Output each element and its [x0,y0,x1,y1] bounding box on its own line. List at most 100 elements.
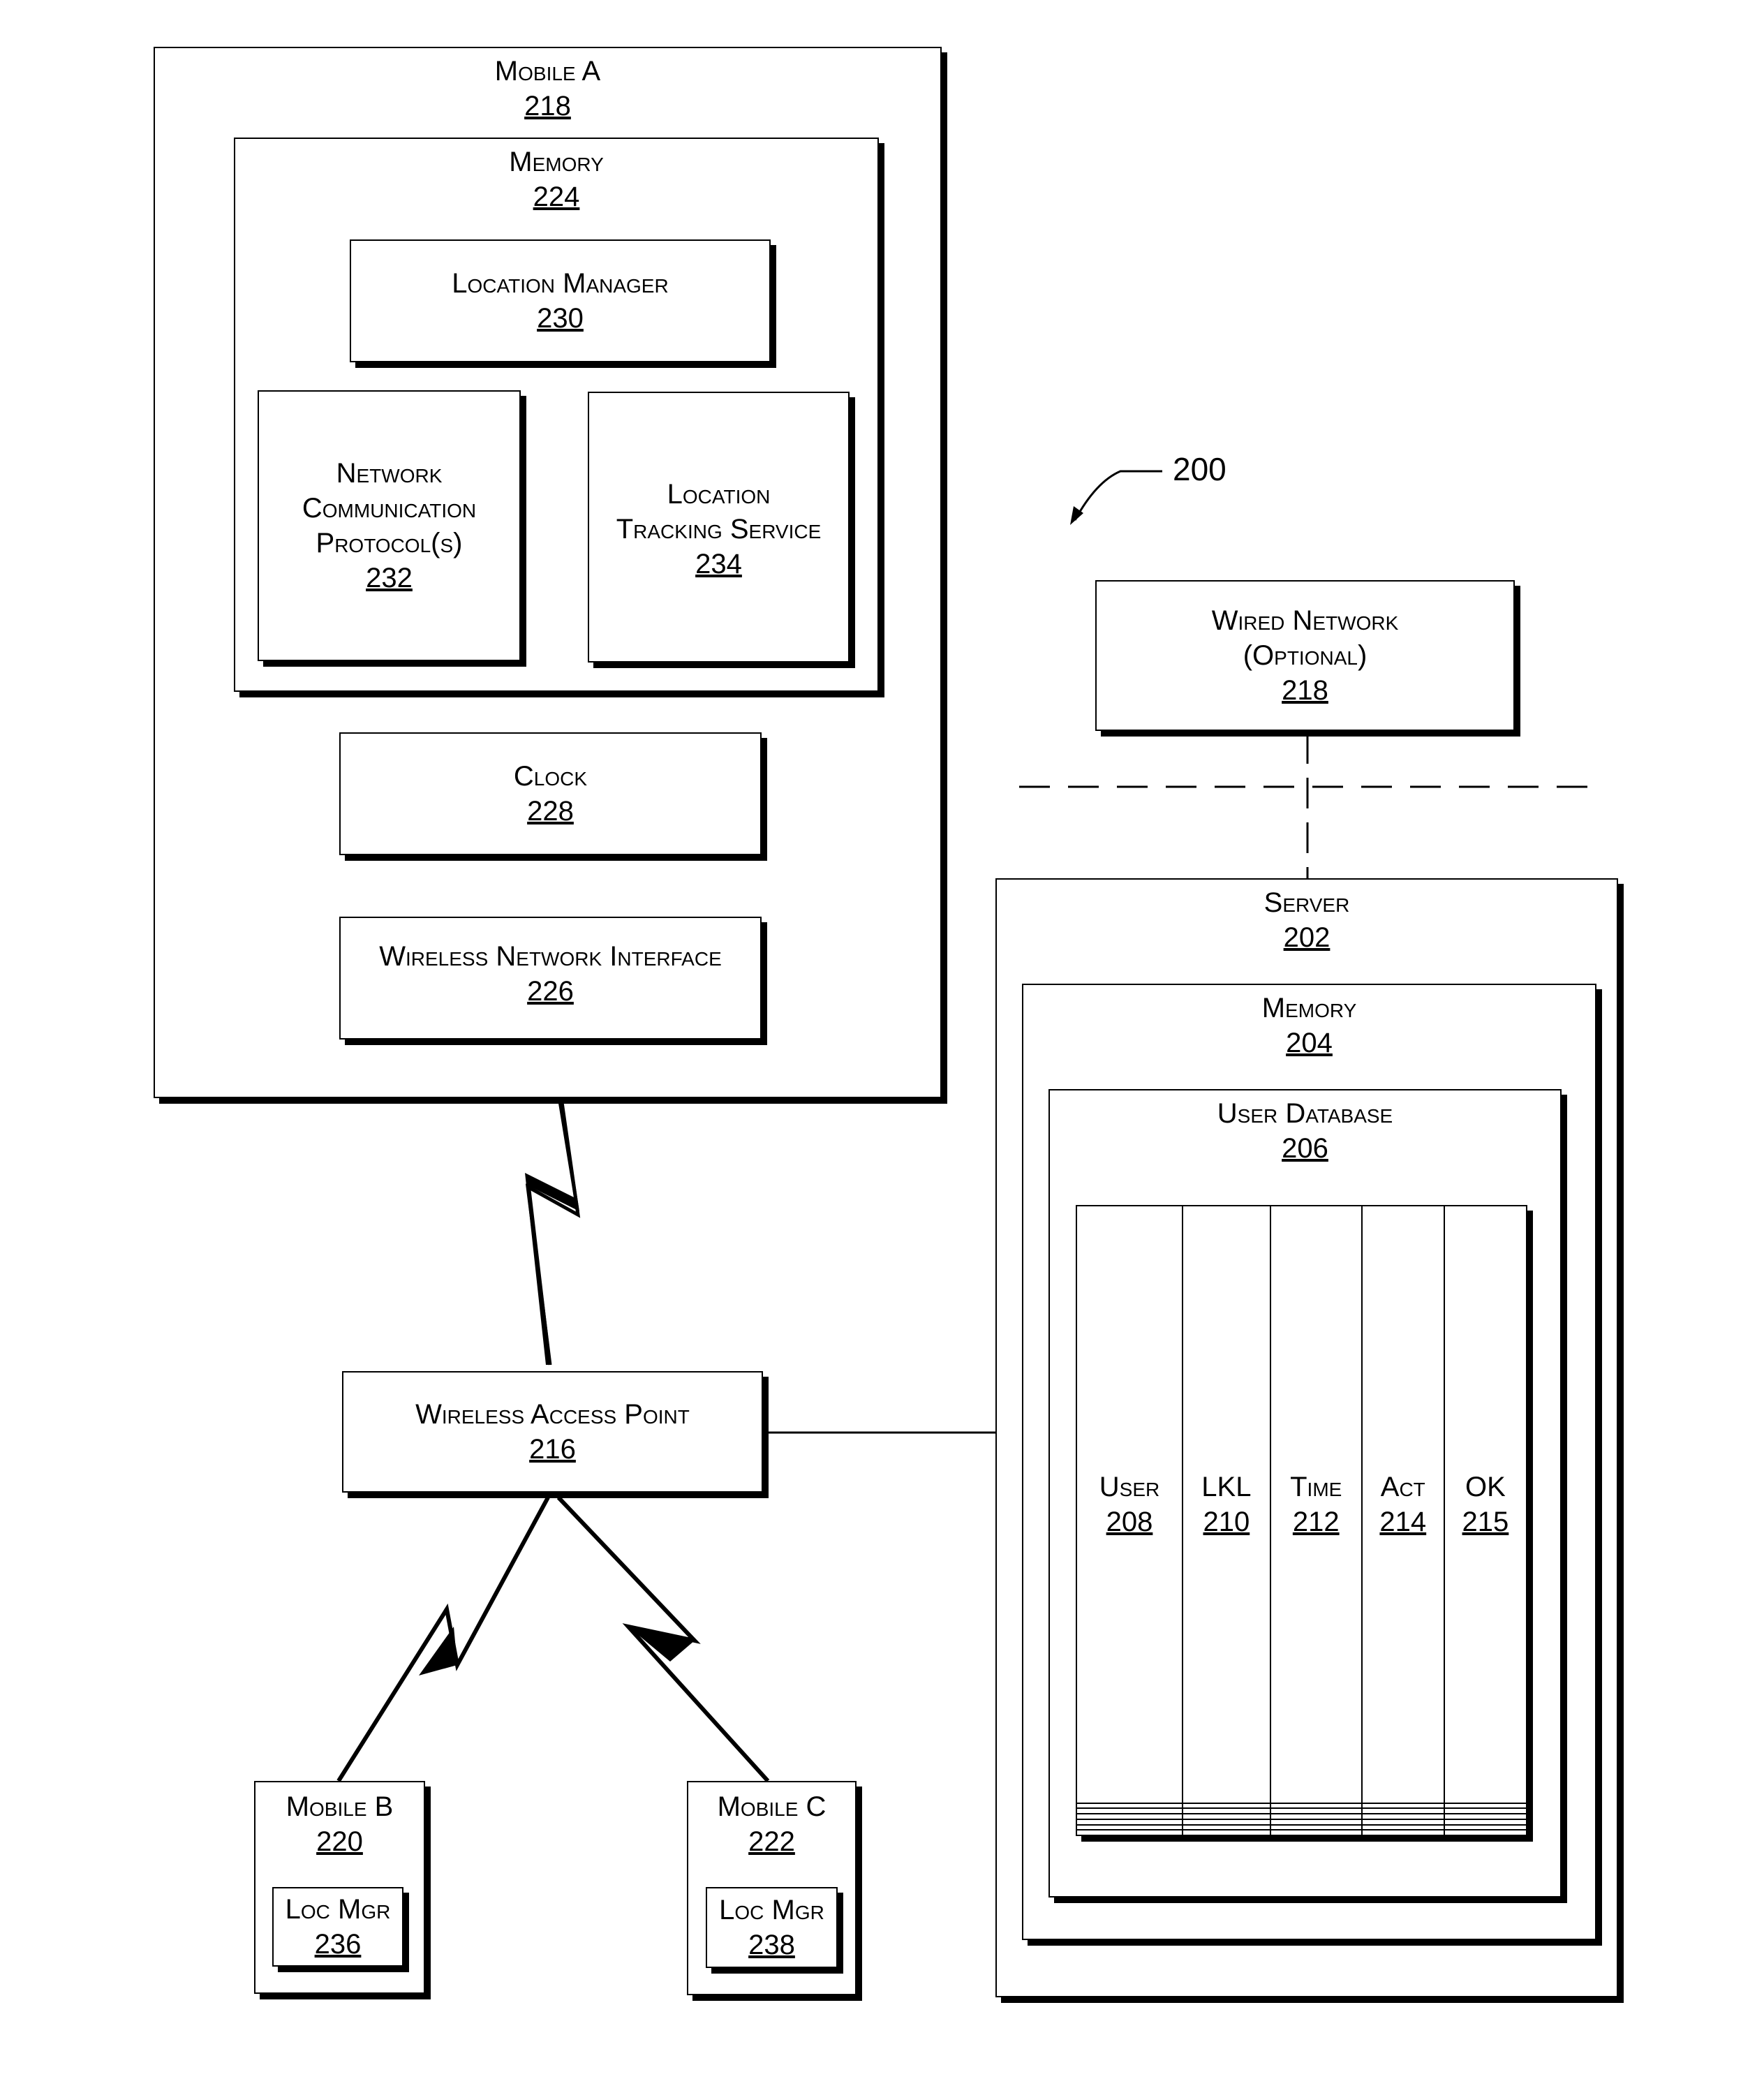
table-cell [1269,1829,1363,1836]
table-cell [1443,1807,1528,1815]
user-database-title: User Database [1217,1098,1393,1129]
table-row [1075,1818,1528,1826]
table-cell [1443,1802,1528,1810]
network-comm-line-3: Protocol(s) [316,528,463,559]
mobile-b-title: Mobile B [286,1791,394,1822]
mobile-b-loc-mgr-title: Loc Mgr [285,1894,391,1925]
table-row [1075,1802,1528,1810]
table-cell [1361,1802,1445,1810]
mobile-b-loc-mgr-box: Loc Mgr 236 [272,1887,403,1967]
table-cell [1443,1813,1528,1820]
column-label: LKL [1201,1471,1252,1502]
mobile-c-loc-mgr-box: Loc Mgr 238 [706,1887,838,1968]
wireless-interface-number: 226 [527,976,574,1007]
table-cell [1182,1818,1271,1826]
column-number: 214 [1379,1506,1427,1537]
mobile-a-title: Mobile A [494,56,601,87]
network-comm-line-1: Network [336,458,443,489]
table-cell [1075,1818,1184,1826]
column-label: OK [1465,1471,1506,1502]
table-cell [1269,1813,1363,1820]
column-number: 208 [1106,1506,1153,1537]
table-cell [1443,1818,1528,1826]
table-cell [1075,1829,1184,1836]
location-tracking-line-2: Tracking Service [616,514,822,545]
table-cell [1443,1824,1528,1831]
column-label: Act [1380,1471,1425,1502]
memory-server-number: 204 [1286,1028,1333,1058]
wired-network-line-2: (Optional) [1243,640,1368,671]
wired-network-number: 218 [1282,675,1328,706]
location-tracking-line-1: Location [667,479,771,510]
column-number: 212 [1292,1506,1340,1537]
table-row [1075,1807,1528,1815]
network-comm-line-2: Communication [302,493,477,524]
server-title: Server [1263,887,1350,918]
wireless-interface-title: Wireless Network Interface [379,941,722,972]
table-cell [1269,1824,1363,1831]
user-database-number: 206 [1282,1133,1328,1164]
column-header: OK 215 [1443,1205,1528,1804]
table-cell [1182,1802,1271,1810]
table-cell [1269,1818,1363,1826]
table-cell [1361,1824,1445,1831]
clock-title: Clock [513,761,588,792]
table-cell [1182,1824,1271,1831]
location-manager-box: Location Manager 230 [350,239,771,362]
column-label: User [1099,1471,1160,1502]
location-manager-title: Location Manager [452,268,669,299]
figure-reference: 200 [1173,451,1226,487]
access-point-title: Wireless Access Point [415,1399,690,1430]
mobile-c-title: Mobile C [717,1791,827,1822]
table-header-row: User 208 LKL 210 Time 212 Act 214 OK 215 [1075,1205,1528,1804]
column-header: Time 212 [1269,1205,1363,1804]
clock-box: Clock 228 [339,732,762,855]
column-number: 210 [1203,1506,1250,1537]
clock-number: 228 [527,796,574,827]
wired-network-box: Wired Network (Optional) 218 [1095,580,1515,731]
column-number: 215 [1462,1506,1509,1537]
table-cell [1269,1802,1363,1810]
access-point-box: Wireless Access Point 216 [342,1371,763,1493]
network-comm-box: Network Communication Protocol(s) 232 [258,390,521,661]
table-row [1075,1813,1528,1820]
table-cell [1361,1807,1445,1815]
location-tracking-box: Location Tracking Service 234 [588,392,850,663]
memory-a-title: Memory [509,147,604,177]
wireless-link-mobile-c [556,1495,770,1783]
column-header: User 208 [1075,1205,1184,1804]
mobile-c-number: 222 [748,1826,795,1857]
table-cell [1075,1802,1184,1810]
wireless-interface-box: Wireless Network Interface 226 [339,917,762,1040]
figure-ref-arrow [1074,470,1162,521]
column-header: LKL 210 [1182,1205,1271,1804]
network-comm-number: 232 [366,563,413,593]
server-number: 202 [1283,922,1331,953]
table-cell [1075,1813,1184,1820]
mobile-c-loc-mgr-number: 238 [748,1930,795,1960]
location-manager-number: 230 [537,303,584,334]
wireless-link-mobile-b [336,1496,550,1782]
table-cell [1269,1807,1363,1815]
mobile-b-number: 220 [316,1826,363,1857]
table-row [1075,1824,1528,1831]
user-table: User 208 LKL 210 Time 212 Act 214 OK 215 [1075,1205,1528,1836]
table-cell [1182,1807,1271,1815]
mobile-a-number: 218 [524,91,571,121]
table-cell [1361,1818,1445,1826]
table-cell [1443,1829,1528,1836]
access-point-number: 216 [529,1434,576,1465]
memory-a-number: 224 [533,182,580,212]
location-tracking-number: 234 [695,549,742,579]
mobile-c-loc-mgr-title: Loc Mgr [719,1895,824,1925]
table-cell [1075,1824,1184,1831]
table-cell [1182,1829,1271,1836]
table-cell [1075,1807,1184,1815]
column-label: Time [1290,1471,1342,1502]
table-cell [1361,1829,1445,1836]
memory-server-title: Memory [1261,993,1357,1023]
table-cell [1182,1813,1271,1820]
column-header: Act 214 [1361,1205,1445,1804]
table-row [1075,1829,1528,1836]
wired-network-line-1: Wired Network [1211,605,1399,636]
